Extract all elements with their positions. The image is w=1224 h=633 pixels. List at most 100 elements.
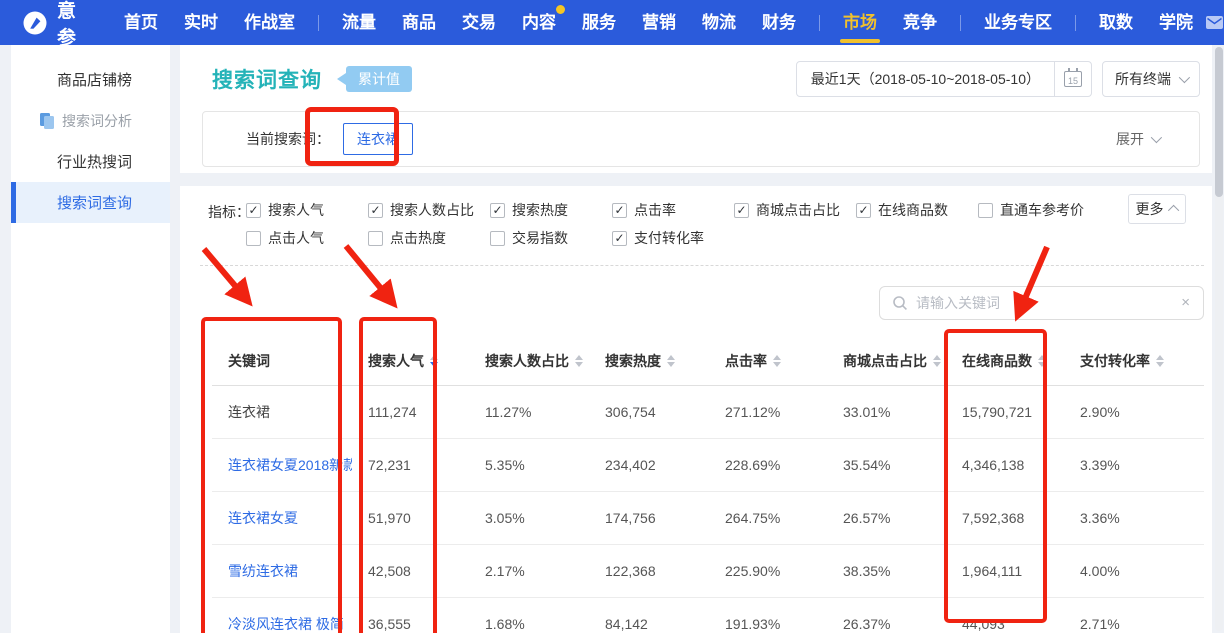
column-header-5[interactable]: 点击率: [709, 338, 827, 385]
metric-checkbox-row1-1[interactable]: ✓搜索人气: [246, 200, 368, 220]
metric-checkbox-row1-4[interactable]: ✓点击率: [612, 200, 734, 220]
magnifier-icon: [892, 295, 908, 316]
cell-r3-c5: 264.75%: [709, 491, 827, 544]
sidebar: 商品店铺榜搜索词分析行业热搜词搜索词查询: [11, 45, 170, 633]
checkbox-checked-icon[interactable]: ✓: [612, 231, 627, 246]
column-header-wrap: 搜索热度: [605, 351, 675, 371]
nav-item-3[interactable]: 作战室: [231, 0, 308, 45]
metric-checkbox-row1-2[interactable]: ✓搜索人数占比: [368, 200, 490, 220]
more-label: 更多: [1136, 199, 1164, 219]
nav-item-7[interactable]: 交易: [449, 0, 509, 45]
sort-icon[interactable]: [1038, 351, 1046, 371]
checkbox-checked-icon[interactable]: ✓: [246, 203, 261, 218]
checkbox-unchecked-icon[interactable]: [490, 231, 505, 246]
cell-r2-c3: 5.35%: [469, 438, 589, 491]
results-panel: 指标： ✓搜索人气✓搜索人数占比✓搜索热度✓点击率✓商城点击占比✓在线商品数直通…: [180, 186, 1212, 633]
metric-checkbox-row2-3[interactable]: 交易指数: [490, 228, 612, 248]
keyword-search-input[interactable]: [916, 288, 1166, 318]
metric-checkbox-row1-3[interactable]: ✓搜索热度: [490, 200, 612, 220]
table-row-4: 雪纺连衣裙42,5082.17%122,368225.90%38.35%1,96…: [212, 544, 1204, 597]
cell-r1-c6: 33.01%: [827, 385, 946, 438]
nav-item-9[interactable]: 服务: [569, 0, 629, 45]
sort-icon[interactable]: [1156, 351, 1164, 371]
checkbox-checked-icon[interactable]: ✓: [490, 203, 505, 218]
cell-r5-c2: 36,555: [352, 597, 469, 633]
date-range-picker[interactable]: 最近1天（2018-05-10~2018-05-10） 15: [796, 61, 1092, 97]
metric-checkbox-row2-2[interactable]: 点击热度: [368, 228, 490, 248]
checkbox-checked-icon[interactable]: ✓: [368, 203, 383, 218]
calendar-button[interactable]: 15: [1054, 62, 1091, 96]
cell-r2-c7: 4,346,138: [946, 438, 1064, 491]
table-header-row: 关键词搜索人气搜索人数占比搜索热度点击率商城点击占比在线商品数支付转化率: [212, 338, 1204, 385]
column-header-4[interactable]: 搜索热度: [589, 338, 709, 385]
sort-icon[interactable]: [667, 351, 675, 371]
calendar-icon: 15: [1064, 71, 1082, 87]
expand-toggle[interactable]: 展开: [1116, 129, 1159, 149]
column-header-3[interactable]: 搜索人数占比: [469, 338, 589, 385]
sort-icon[interactable]: [773, 351, 781, 371]
nav-item-8[interactable]: 内容: [509, 0, 569, 45]
keyword-link[interactable]: 连衣裙女夏: [212, 491, 352, 544]
nav-item-5[interactable]: 流量: [329, 0, 389, 45]
cell-r2-c6: 35.54%: [827, 438, 946, 491]
metric-checkbox-row1-6[interactable]: ✓在线商品数: [856, 200, 978, 220]
cell-r1-c3: 11.27%: [469, 385, 589, 438]
sidebar-item-2[interactable]: 搜索词分析: [11, 100, 170, 141]
checkbox-checked-icon[interactable]: ✓: [612, 203, 627, 218]
checkbox-checked-icon[interactable]: ✓: [734, 203, 749, 218]
nav-divider: [1075, 15, 1076, 31]
nav-item-1[interactable]: 首页: [111, 0, 171, 45]
sort-icon[interactable]: [430, 351, 438, 371]
sort-icon[interactable]: [933, 351, 941, 371]
nav-item-19[interactable]: 取数: [1086, 0, 1146, 45]
table-row-2: 连衣裙女夏2018新款72,2315.35%234,402228.69%35.5…: [212, 438, 1204, 491]
metric-checkbox-row2-1[interactable]: 点击人气: [246, 228, 368, 248]
terminal-filter-dropdown[interactable]: 所有终端: [1102, 61, 1200, 97]
cell-r1-c2: 111,274: [352, 385, 469, 438]
sort-icon[interactable]: [575, 351, 583, 371]
sidebar-item-3[interactable]: 行业热搜词: [11, 141, 170, 182]
checkbox-checked-icon[interactable]: ✓: [856, 203, 871, 218]
compass-icon: [22, 10, 48, 36]
scrollbar-thumb[interactable]: [1215, 47, 1223, 197]
nav-item-2[interactable]: 实时: [171, 0, 231, 45]
messages-button[interactable]: 消息: [1206, 2, 1224, 44]
current-search-term-tag[interactable]: 连衣裙: [343, 123, 413, 155]
nav-item-label: 物流: [702, 13, 736, 32]
close-icon[interactable]: ×: [1181, 294, 1190, 311]
nav-item-12[interactable]: 财务: [749, 0, 809, 45]
column-header-2[interactable]: 搜索人气: [352, 338, 469, 385]
nav-item-11[interactable]: 物流: [689, 0, 749, 45]
column-header-7[interactable]: 在线商品数: [946, 338, 1064, 385]
app-logo[interactable]: 生意参谋: [22, 0, 77, 77]
keyword-link[interactable]: 雪纺连衣裙: [212, 544, 352, 597]
cell-r4-c8: 4.00%: [1064, 544, 1204, 597]
page-title: 搜索词查询: [212, 64, 322, 94]
column-header-8[interactable]: 支付转化率: [1064, 338, 1204, 385]
column-header-6[interactable]: 商城点击占比: [827, 338, 946, 385]
nav-item-10[interactable]: 营销: [629, 0, 689, 45]
metric-checkbox-row1-7[interactable]: 直通车参考价: [978, 200, 1100, 220]
cell-r3-c7: 7,592,368: [946, 491, 1064, 544]
more-metrics-button[interactable]: 更多: [1128, 194, 1186, 224]
expand-label: 展开: [1116, 129, 1144, 149]
nav-item-14[interactable]: 市场: [830, 0, 890, 45]
checkbox-unchecked-icon[interactable]: [246, 231, 261, 246]
nav-item-20[interactable]: 学院: [1146, 0, 1206, 45]
keyword-link[interactable]: 冷淡风连衣裙 极简: [212, 597, 352, 633]
nav-item-17[interactable]: 业务专区: [971, 0, 1065, 45]
cell-r2-c2: 72,231: [352, 438, 469, 491]
checkbox-unchecked-icon[interactable]: [978, 203, 993, 218]
nav-item-15[interactable]: 竞争: [890, 0, 950, 45]
nav-item-6[interactable]: 商品: [389, 0, 449, 45]
metric-checkbox-row2-4[interactable]: ✓支付转化率: [612, 228, 734, 248]
nav-menu: 首页实时作战室流量商品交易内容服务营销物流财务市场竞争业务专区取数学院: [111, 0, 1206, 45]
cell-r3-c8: 3.36%: [1064, 491, 1204, 544]
sidebar-item-4[interactable]: 搜索词查询: [11, 182, 170, 223]
keyword-link[interactable]: 连衣裙女夏2018新款: [212, 438, 352, 491]
cell-r5-c8: 2.71%: [1064, 597, 1204, 633]
metric-label: 直通车参考价: [1000, 200, 1084, 220]
chevron-down-icon: [1179, 72, 1190, 83]
checkbox-unchecked-icon[interactable]: [368, 231, 383, 246]
metric-checkbox-row1-5[interactable]: ✓商城点击占比: [734, 200, 856, 220]
